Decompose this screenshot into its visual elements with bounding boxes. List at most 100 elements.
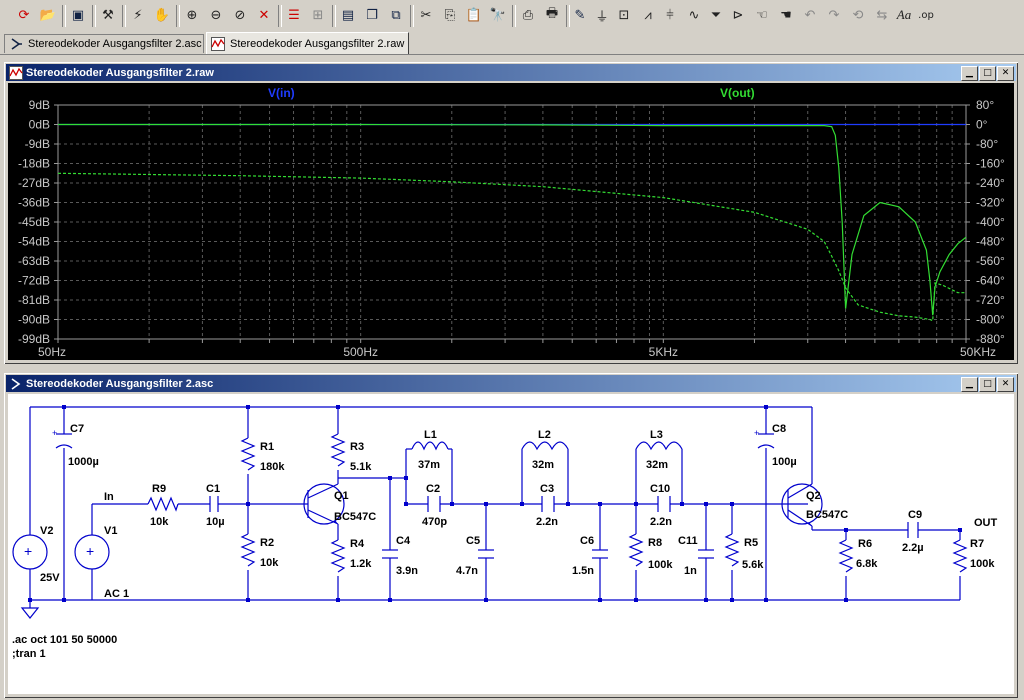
left-axis-label: -99dB (18, 332, 50, 346)
tab-schematic[interactable]: Stereodekoder Ausgangsfilter 2.asc (4, 34, 204, 53)
diode-icon[interactable]: ⏷ (706, 5, 726, 25)
minimize-button[interactable]: ▁ (961, 66, 978, 81)
schematic-canvas[interactable]: + + + + C7 1000µ V2 25V V1 AC 1 In R9 10… (8, 394, 1014, 694)
label-r2-value: 10k (260, 557, 279, 569)
run-icon[interactable]: ⟳ (14, 5, 34, 25)
x-axis-label: 5KHz (649, 345, 678, 359)
spice-directive-ac: .ac oct 101 50 50000 (12, 634, 117, 646)
maximize-button[interactable]: □ (979, 66, 996, 81)
print-icon[interactable]: 🖶 (542, 5, 562, 25)
label-r7: R7 (970, 538, 984, 550)
right-axis-label: -160° (976, 157, 1005, 171)
right-axis-label: -400° (976, 215, 1005, 229)
zoom-in-icon[interactable]: ⊕ (182, 5, 202, 25)
label-c1: C1 (206, 483, 220, 495)
toolbar-separator (278, 5, 282, 27)
resistor-icon[interactable]: ⩘ (638, 5, 658, 25)
text-icon[interactable]: Aa (894, 5, 914, 25)
close-button[interactable]: ✕ (997, 66, 1014, 81)
label-c1-value: 10µ (206, 516, 225, 528)
inductor-icon[interactable]: ∿ (684, 5, 704, 25)
move-icon[interactable]: ☜ (752, 5, 772, 25)
toolbar-separator (512, 5, 516, 27)
waveform-titlebar[interactable]: Stereodekoder Ausgangsfilter 2.raw ▁ □ ✕ (6, 64, 1016, 81)
label-l3: L3 (650, 429, 663, 441)
mirror-icon[interactable]: ⇆ (872, 5, 892, 25)
open-icon[interactable]: 📂 (38, 5, 58, 25)
close-all-icon[interactable]: ⧉ (386, 5, 406, 25)
tab-waveform[interactable]: Stereodekoder Ausgangsfilter 2.raw (206, 32, 409, 54)
label-c2: C2 (426, 483, 440, 495)
svg-text:+: + (754, 428, 759, 438)
label-c11-value: 1n (684, 565, 697, 577)
left-axis-label: 9dB (29, 98, 50, 112)
main-toolbar: ⟳ 📂 ▣ ⚒ ⚡ ✋ ⊕ ⊖ ⊘ ✕ ☰ ⊞ ▤ ❐ ⧉ ✂ ⎘ 📋 🔭 ⎙ … (0, 0, 1024, 33)
zoom-out-icon[interactable]: ⊖ (206, 5, 226, 25)
tab-label: Stereodekoder Ausgangsfilter 2.asc (28, 38, 202, 50)
label-c6-value: 1.5n (572, 565, 594, 577)
run-simulation-icon[interactable]: ⚡ (128, 5, 148, 25)
left-axis-label: -90dB (18, 313, 50, 327)
toolbar-separator (62, 5, 66, 27)
label-out-net: OUT (974, 517, 998, 529)
spice-directive-icon[interactable]: .op (916, 5, 936, 25)
drag-icon[interactable]: ☚ (776, 5, 796, 25)
label-l2: L2 (538, 429, 551, 441)
label-c10: C10 (650, 483, 670, 495)
undo-icon[interactable]: ↶ (800, 5, 820, 25)
close-button[interactable]: ✕ (997, 377, 1014, 392)
control-panel-icon[interactable]: ⚒ (98, 5, 118, 25)
label-r4-value: 1.2k (350, 558, 372, 570)
cut-icon[interactable]: ✂ (416, 5, 436, 25)
label-c11: C11 (678, 535, 698, 547)
label-v1-value: AC 1 (104, 588, 129, 600)
cascade-icon[interactable]: ▤ (338, 5, 358, 25)
maximize-button[interactable]: □ (979, 377, 996, 392)
plot-area[interactable]: 9dB 80° 0dB 0° -9dB -80° -18dB -160° -27dB -240° -… (8, 83, 1014, 360)
trace-label-vout: V(out) (720, 86, 755, 100)
print-preview-icon[interactable]: ⎙ (518, 5, 538, 25)
label-r8-value: 100k (648, 559, 673, 571)
circuit-diagram[interactable]: + + + + C7 1000µ V2 25V V1 AC 1 In R9 10… (8, 394, 1014, 694)
document-tab-strip: Stereodekoder Ausgangsfilter 2.asc Stere… (0, 32, 1024, 55)
label-c2-value: 470p (422, 516, 447, 528)
arrange-icon[interactable]: ❐ (362, 5, 382, 25)
save-icon[interactable]: ▣ (68, 5, 88, 25)
paste-icon[interactable]: 📋 (464, 5, 484, 25)
zoom-cancel-icon[interactable]: ✕ (254, 5, 274, 25)
right-axis-label: -240° (976, 176, 1005, 190)
label-l2-value: 32m (532, 459, 554, 471)
draw-wire-icon[interactable]: ✎ (570, 5, 590, 25)
right-axis-label: -80° (976, 137, 998, 151)
label-net-icon[interactable]: ⊡ (614, 5, 634, 25)
rotate-icon[interactable]: ⟲ (848, 5, 868, 25)
find-icon[interactable]: 🔭 (488, 5, 508, 25)
left-axis-label: -45dB (18, 215, 50, 229)
waveform-plot[interactable]: 9dB 80° 0dB 0° -9dB -80° -18dB -160° -27dB -240° -… (8, 83, 1014, 360)
left-axis-label: 0dB (29, 118, 50, 132)
minimize-button[interactable]: ▁ (961, 377, 978, 392)
right-axis-label: -320° (976, 196, 1005, 210)
autoscale-icon[interactable]: ☰ (284, 5, 304, 25)
label-c4: C4 (396, 535, 411, 547)
zoom-area-icon[interactable]: ⊘ (230, 5, 250, 25)
halt-icon[interactable]: ✋ (152, 5, 172, 25)
waveform-icon (9, 65, 23, 80)
label-v2: V2 (40, 525, 53, 537)
ground-icon[interactable]: ⏚ (592, 5, 612, 25)
copy-icon[interactable]: ⎘ (440, 5, 460, 25)
component-icon[interactable]: ⊳ (728, 5, 748, 25)
label-v1: V1 (104, 525, 117, 537)
component-labels: C7 1000µ V2 25V V1 AC 1 In R9 10k C1 10µ… (12, 423, 998, 660)
capacitor-icon[interactable]: ⫩ (660, 5, 680, 25)
tile-icon[interactable]: ⊞ (308, 5, 328, 25)
label-r6: R6 (858, 538, 872, 550)
schematic-titlebar[interactable]: Stereodekoder Ausgangsfilter 2.asc ▁ □ ✕ (6, 375, 1016, 392)
label-c7-value: 1000µ (68, 456, 99, 468)
label-c10-value: 2.2n (650, 516, 672, 528)
left-axis-label: -27dB (18, 176, 50, 190)
schematic-window: Stereodekoder Ausgangsfilter 2.asc ▁ □ ✕ (2, 371, 1020, 700)
label-c7: C7 (70, 423, 84, 435)
label-c4-value: 3.9n (396, 565, 418, 577)
redo-icon[interactable]: ↷ (824, 5, 844, 25)
